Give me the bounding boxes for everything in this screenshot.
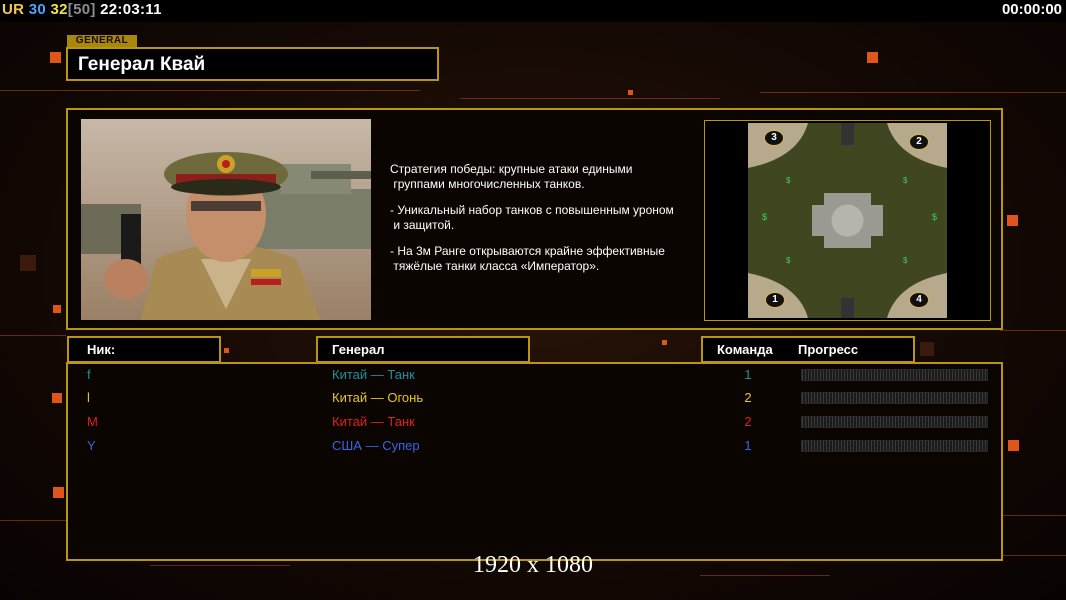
svg-text:$: $ [762, 212, 767, 222]
nick-header-label: Ник: [87, 342, 116, 357]
decor-line [1000, 330, 1066, 331]
description-line: - Уникальный набор танков с повышенным у… [390, 203, 674, 232]
player-team: 1 [744, 367, 752, 382]
player-row: l Китай — Огонь 2 [68, 389, 1001, 407]
general-header-label: Генерал [332, 342, 385, 357]
map-spawn-marker: 4 [909, 292, 929, 308]
decor-line [1000, 515, 1066, 516]
player-nick: M [87, 414, 98, 429]
top-hud-bar: UR 30 32[50] 22:03:11 00:00:00 [0, 0, 1066, 22]
player-nick: f [87, 367, 91, 382]
resolution-label: 1920 x 1080 [473, 552, 593, 578]
ur-label: UR [2, 1, 25, 18]
general-column-header: Генерал [316, 336, 530, 363]
stat-value-2: 32 [50, 1, 68, 18]
general-description: Стратегия победы: крупные атаки едиными … [390, 162, 700, 285]
map-spawn-marker: 2 [909, 134, 929, 150]
player-nick: l [87, 390, 90, 405]
nick-column-header: Ник: [67, 336, 221, 363]
player-nick: Y [87, 438, 96, 453]
map-preview-frame: $ $ $ $ $ $ 3 2 1 4 [704, 120, 991, 321]
general-portrait [81, 119, 371, 320]
decor-line [0, 520, 66, 521]
decor-line [0, 335, 66, 336]
player-row: M Китай — Танк 2 [68, 413, 1001, 431]
svg-text:$: $ [903, 256, 908, 265]
players-list-panel: f Китай — Танк 1 l Китай — Огонь 2 M Кит… [66, 362, 1003, 561]
player-team: 1 [744, 438, 752, 453]
player-general: Китай — Огонь [332, 390, 424, 405]
map-spawn-marker: 1 [765, 292, 785, 308]
game-timer: 00:00:00 [1001, 1, 1062, 18]
decor-square [1007, 215, 1018, 226]
description-line: Стратегия победы: крупные атаки едиными … [390, 162, 633, 191]
decor-square [50, 52, 61, 63]
player-general: США — Супер [332, 438, 420, 453]
decor-line [460, 98, 720, 99]
stat-value-3: [50] [67, 1, 96, 18]
decor-square [1008, 440, 1019, 451]
hud-stats: UR 30 32[50] 22:03:11 [2, 1, 162, 18]
player-team: 2 [744, 414, 752, 429]
description-line: - На 3м Ранге открываются крайне эффекти… [390, 244, 665, 273]
decor-square [53, 305, 61, 313]
decor-square [224, 348, 229, 353]
decor-square [662, 340, 667, 345]
decor-square [53, 487, 64, 498]
decor-square [52, 393, 62, 403]
player-row: Y США — Супер 1 [68, 437, 1001, 455]
svg-text:$: $ [932, 212, 937, 222]
svg-text:$: $ [786, 256, 791, 265]
decor-square [867, 52, 878, 63]
stat-value-1: 30 [28, 1, 47, 18]
map-spawn-marker: 3 [764, 130, 784, 146]
decor-line [0, 90, 420, 91]
player-general: Китай — Танк [332, 414, 415, 429]
team-progress-header: Команда Прогресс [701, 336, 915, 363]
player-row: f Китай — Танк 1 [68, 366, 1001, 384]
decor-square [20, 255, 36, 271]
map-preview: $ $ $ $ $ $ 3 2 1 4 [748, 123, 947, 318]
player-progress-bar [801, 392, 988, 404]
player-general: Китай — Танк [332, 367, 415, 382]
svg-text:$: $ [903, 176, 908, 185]
general-info-panel: Стратегия победы: крупные атаки едиными … [66, 108, 1003, 330]
player-progress-bar [801, 440, 988, 452]
decor-square [920, 342, 934, 356]
decor-square [628, 90, 633, 95]
progress-header-label: Прогресс [798, 342, 859, 357]
player-progress-bar [801, 369, 988, 381]
player-progress-bar [801, 416, 988, 428]
player-team: 2 [744, 390, 752, 405]
general-title-box: Генерал Квай [66, 47, 439, 81]
team-header-label: Команда [717, 342, 773, 357]
general-tag: GENERAL [67, 35, 137, 47]
general-name: Генерал Квай [78, 54, 206, 75]
clock: 22:03:11 [100, 1, 162, 18]
svg-text:$: $ [786, 176, 791, 185]
decor-line [760, 92, 1066, 93]
